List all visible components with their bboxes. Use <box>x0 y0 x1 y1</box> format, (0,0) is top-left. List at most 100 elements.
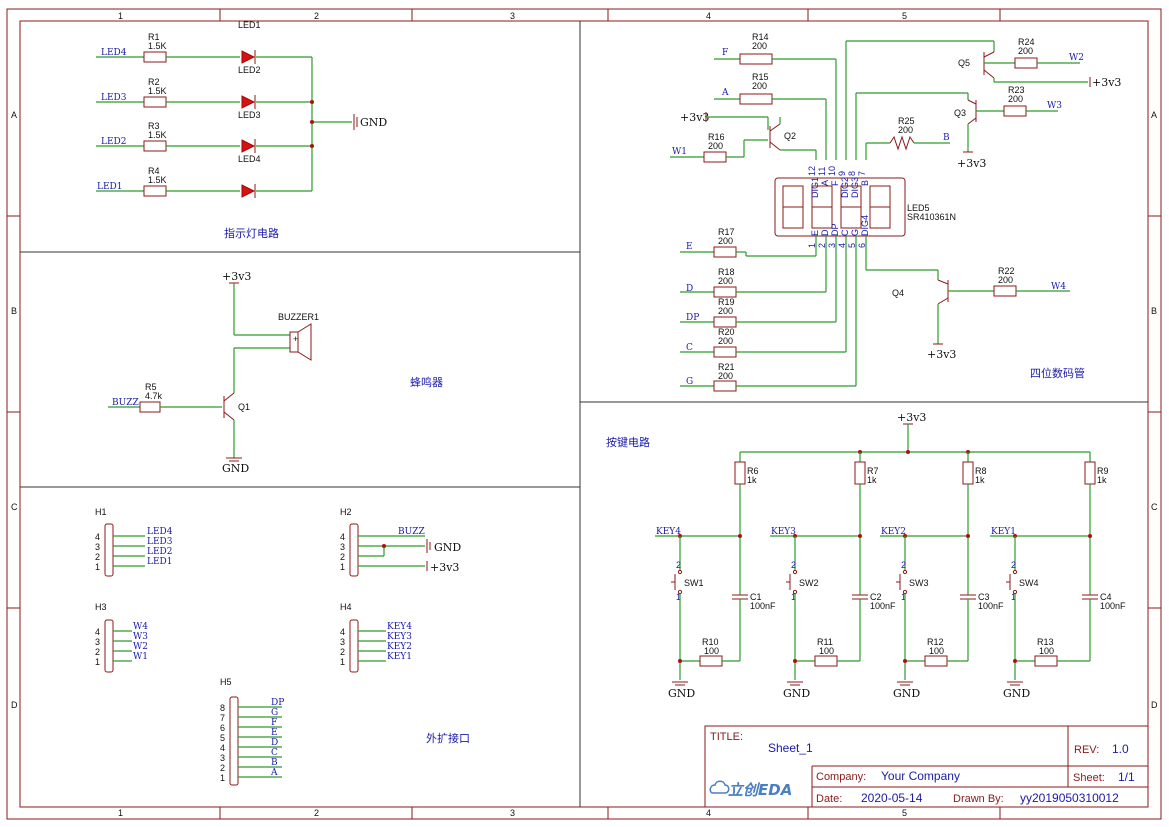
res-val: 1.5K <box>148 86 167 96</box>
header-h5: H5 8 7 6 5 4 3 2 1 DP G F E D C B A <box>220 677 284 786</box>
resistor-series <box>1034 655 1058 667</box>
gnd-label: GND <box>893 687 920 700</box>
svg-text:W2: W2 <box>133 642 148 652</box>
svg-text:3: 3 <box>340 542 345 552</box>
res-val: 100 <box>819 646 834 656</box>
resistor-r2 <box>143 96 167 108</box>
svg-text:2: 2 <box>95 647 100 657</box>
row-c-right: C <box>1151 502 1158 512</box>
svg-text:D: D <box>820 229 830 236</box>
svg-text:200: 200 <box>1008 94 1023 104</box>
svg-text:KEY1: KEY1 <box>387 652 412 662</box>
svg-text:4: 4 <box>340 627 345 637</box>
outer-frame <box>6 8 1162 820</box>
svg-text:A: A <box>270 768 278 778</box>
connector-icon <box>349 523 359 577</box>
svg-text:A: A <box>721 88 729 98</box>
svg-text:4: 4 <box>340 532 345 542</box>
connector-icon <box>104 619 114 673</box>
svg-text:H2: H2 <box>340 507 352 517</box>
cap-val: 100nF <box>750 601 776 611</box>
title-block: TITLE: Sheet_1 REV: 1.0 Company: Your Co… <box>704 725 1149 808</box>
net-label: LED1 <box>97 182 123 192</box>
key-net-label: KEY2 <box>881 527 906 537</box>
svg-text:200: 200 <box>708 141 723 151</box>
sheet-title: Sheet_1 <box>768 741 813 755</box>
led-icon <box>241 184 256 198</box>
svg-text:2: 2 <box>340 647 345 657</box>
gnd-label: GND <box>783 687 810 700</box>
svg-text:11: 11 <box>817 167 827 176</box>
resistor-pullup <box>734 461 746 485</box>
row-c-left: C <box>11 502 18 512</box>
svg-text:Q3: Q3 <box>954 108 966 118</box>
resistor-r5 <box>139 401 161 413</box>
row-a-left: A <box>11 110 17 120</box>
resistor-r1 <box>143 51 167 63</box>
resistor-r3 <box>143 140 167 152</box>
row-b-left: B <box>11 306 17 316</box>
svg-text:200: 200 <box>718 276 733 286</box>
res-val: 1k <box>1097 475 1107 485</box>
svg-text:12: 12 <box>807 166 817 176</box>
svg-text:DIG4: DIG4 <box>860 215 870 236</box>
led-icon <box>241 139 256 153</box>
key-net-label: KEY4 <box>656 527 681 537</box>
resistor-pullup <box>1084 461 1096 485</box>
svg-text:G: G <box>850 229 860 236</box>
row-b-right: B <box>1151 306 1157 316</box>
cap-val: 100nF <box>870 601 896 611</box>
svg-text:LED4: LED4 <box>147 527 173 537</box>
switch-ref: SW3 <box>909 578 929 588</box>
svg-text:B: B <box>860 180 870 186</box>
resistor-series <box>814 655 838 667</box>
switch-contact <box>1012 569 1018 575</box>
ext-section-title: 外扩接口 <box>426 731 470 745</box>
svg-text:7: 7 <box>857 171 867 176</box>
svg-text:200: 200 <box>718 336 733 346</box>
svg-text:4: 4 <box>95 532 100 542</box>
svg-text:E: E <box>686 242 693 252</box>
svg-text:D: D <box>271 738 278 748</box>
display-part: SR410361N <box>907 212 956 222</box>
svg-text:1: 1 <box>95 657 100 667</box>
inner-frame <box>19 20 1149 808</box>
led-ref: LED4 <box>238 154 261 164</box>
res-val: 1k <box>747 475 757 485</box>
led-section-title: 指示灯电路 <box>224 226 279 240</box>
svg-text:Company:: Company: <box>816 771 866 783</box>
junction <box>858 534 862 538</box>
buzz-net: BUZZ <box>112 398 139 408</box>
svg-text:Q4: Q4 <box>892 288 904 298</box>
svg-text:9: 9 <box>837 171 847 176</box>
svg-text:W3: W3 <box>133 632 148 642</box>
switch-contact <box>792 569 798 575</box>
svg-text:C: C <box>840 229 850 236</box>
svg-text:H1: H1 <box>95 507 107 517</box>
res-val: 1k <box>867 475 877 485</box>
header-h3: H3 4 3 2 1 W4 W3 W2 W1 <box>95 602 148 673</box>
led-ref: LED1 <box>238 20 261 30</box>
svg-text:F: F <box>830 180 840 186</box>
svg-text:LED3: LED3 <box>147 537 173 547</box>
gnd-label: GND <box>668 687 695 700</box>
junction <box>738 534 742 538</box>
svg-text:200: 200 <box>718 306 733 316</box>
pin-2: 2 <box>1011 560 1016 570</box>
svg-text:+3v3: +3v3 <box>927 348 956 361</box>
svg-text:LED2: LED2 <box>147 547 173 557</box>
svg-text:B: B <box>271 758 278 768</box>
led-row-3: LED2 R3 1.5K LED4 <box>96 121 312 164</box>
eda-logo: 立创EDA <box>728 781 792 799</box>
column-markers: 1 2 3 4 5 1 2 3 4 5 <box>118 9 1001 819</box>
svg-text:3: 3 <box>340 637 345 647</box>
resistor-r4 <box>143 185 167 197</box>
led-ref: LED2 <box>238 65 261 75</box>
svg-text:1.0: 1.0 <box>1112 742 1129 756</box>
key-net-label: KEY3 <box>771 527 796 537</box>
svg-text:3: 3 <box>220 753 225 763</box>
key-circuit: 按键电路 +3v3 <box>606 411 1090 454</box>
svg-text:+3v3: +3v3 <box>1092 76 1121 89</box>
connector-icon <box>229 696 239 786</box>
svg-text:GND: GND <box>434 541 461 554</box>
